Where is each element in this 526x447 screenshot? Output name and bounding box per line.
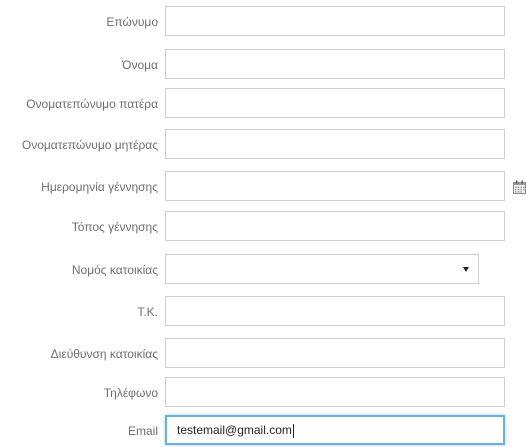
dropdown-arrow-icon bbox=[463, 267, 469, 272]
birth-place-label: Τόπος γέννησης bbox=[71, 220, 158, 234]
mother-name-input[interactable] bbox=[165, 129, 505, 159]
email-label: Email bbox=[127, 424, 158, 438]
birth-place-input[interactable] bbox=[165, 211, 505, 241]
text-caret bbox=[292, 423, 294, 438]
email-input[interactable]: testemail@gmail.com bbox=[165, 415, 505, 445]
prefecture-select[interactable] bbox=[165, 254, 479, 284]
form-row-father-name: Ονοματεπώνυμο πατέρα bbox=[0, 88, 526, 120]
postal-code-input[interactable] bbox=[165, 296, 505, 326]
first-name-label: Όνομα bbox=[122, 58, 158, 72]
surname-label: Επώνυμο bbox=[106, 15, 158, 29]
address-label: Διεύθυνση κατοικίας bbox=[50, 347, 158, 361]
father-name-label: Ονοματεπώνυμο πατέρα bbox=[26, 97, 158, 111]
calendar-icon[interactable] bbox=[513, 180, 526, 194]
form-row-address: Διεύθυνση κατοικίας bbox=[0, 338, 526, 370]
form-row-phone: Τηλέφωνο bbox=[0, 377, 526, 409]
form-row-email: Email testemail@gmail.com bbox=[0, 415, 526, 447]
email-value: testemail@gmail.com bbox=[177, 423, 292, 437]
father-name-input[interactable] bbox=[165, 88, 505, 118]
prefecture-label: Νομός κατοικίας bbox=[71, 263, 158, 277]
address-input[interactable] bbox=[165, 338, 505, 368]
form-row-mother-name: Ονοματεπώνυμο μητέρας bbox=[0, 129, 526, 161]
postal-code-label: Τ.Κ. bbox=[137, 305, 158, 319]
form-row-birth-place: Τόπος γέννησης bbox=[0, 211, 526, 243]
mother-name-label: Ονοματεπώνυμο μητέρας bbox=[21, 138, 158, 152]
form-row-postal-code: Τ.Κ. bbox=[0, 296, 526, 328]
birth-date-label: Ημερομηνία γέννησης bbox=[41, 180, 158, 194]
form-row-birth-date: Ημερομηνία γέννησης bbox=[0, 171, 526, 203]
first-name-input[interactable] bbox=[165, 49, 505, 79]
phone-input[interactable] bbox=[165, 377, 505, 407]
form-row-first-name: Όνομα bbox=[0, 49, 526, 81]
phone-label: Τηλέφωνο bbox=[103, 386, 158, 400]
surname-input[interactable] bbox=[165, 6, 505, 36]
form-row-surname: Επώνυμο bbox=[0, 6, 526, 38]
birth-date-input[interactable] bbox=[165, 171, 505, 201]
form-row-prefecture: Νομός κατοικίας bbox=[0, 254, 526, 286]
